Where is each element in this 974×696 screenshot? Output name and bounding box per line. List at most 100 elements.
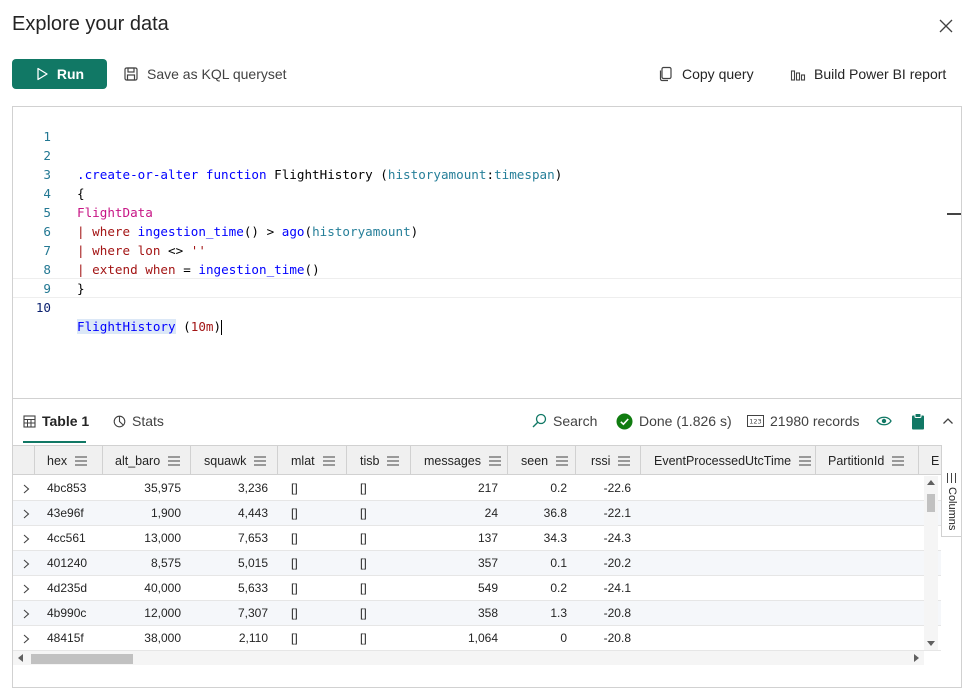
results-grid: hex alt_baro squawk mlat tisb messages s… (13, 445, 961, 688)
table-cell: -24.1 (603, 581, 631, 595)
table-cell: 1.3 (550, 606, 567, 620)
collapse-results-button[interactable] (942, 410, 954, 432)
table-cell: 40,000 (144, 581, 181, 595)
column-menu-icon[interactable] (387, 455, 400, 466)
run-button[interactable]: Run (12, 59, 107, 89)
column-menu-icon[interactable] (75, 455, 88, 466)
table-cell: 4cc561 (47, 531, 86, 545)
success-check-icon (616, 413, 633, 429)
copy-query-button[interactable]: Copy query (658, 62, 754, 86)
table-cell: [] (360, 481, 367, 495)
table-cell: 4,443 (237, 506, 268, 520)
table-cell: 8,575 (150, 556, 181, 570)
visibility-toggle[interactable] (876, 410, 892, 432)
code-line: 5 | where ingestion_time() > ago(history… (13, 184, 961, 239)
horizontal-scroll-thumb[interactable] (31, 654, 133, 664)
column-header-eventprocessedutctime[interactable]: EventProcessedUtcTime (641, 446, 816, 475)
grid-header: hex alt_baro squawk mlat tisb messages s… (13, 445, 941, 475)
close-button[interactable] (934, 14, 958, 38)
table-cell: -22.1 (603, 506, 631, 520)
column-header-rssi[interactable]: rssi (576, 446, 641, 475)
column-header-squawk[interactable]: squawk (191, 446, 278, 475)
stats-icon (113, 415, 126, 427)
columns-side-panel[interactable]: Columns (941, 445, 961, 537)
results-pane: Table 1 Stats Search Done (1.826 s) 123 … (12, 398, 962, 688)
column-header-seen[interactable]: seen (508, 446, 576, 475)
expand-row-icon[interactable] (23, 526, 30, 551)
text-cursor (221, 320, 223, 335)
records-icon: 123 (747, 415, 764, 427)
column-label: messages (424, 453, 481, 468)
table-cell: [] (291, 556, 298, 570)
save-kql-queryset-button[interactable]: Save as KQL queryset (123, 62, 287, 86)
column-header-mlat[interactable]: mlat (278, 446, 347, 475)
column-menu-icon[interactable] (556, 455, 569, 466)
active-tab-indicator (23, 441, 86, 443)
table-row[interactable]: 48415f 38,000 2,110 [] [] 1,064 0 -20.8 (13, 626, 941, 651)
scroll-right-icon[interactable] (914, 654, 920, 662)
table-cell: 137 (477, 531, 498, 545)
scroll-up-icon[interactable] (927, 479, 935, 485)
column-menu-icon[interactable] (488, 455, 501, 466)
column-menu-icon[interactable] (799, 455, 812, 466)
column-header-partial[interactable]: E (919, 446, 941, 475)
code-line: 3 { (13, 146, 961, 201)
eye-icon (876, 416, 892, 426)
table-cell: [] (360, 506, 367, 520)
copy-label: Copy query (682, 66, 754, 82)
horizontal-scrollbar[interactable] (13, 651, 924, 665)
column-label: rssi (591, 453, 611, 468)
column-header-tisb[interactable]: tisb (347, 446, 411, 475)
pbi-label: Build Power BI report (814, 66, 947, 82)
table-cell: -22.6 (603, 481, 631, 495)
scroll-left-icon[interactable] (17, 654, 23, 662)
columns-icon (947, 473, 956, 483)
table-cell: -20.8 (603, 606, 631, 620)
vertical-scroll-thumb[interactable] (927, 494, 935, 512)
table-cell: [] (291, 481, 298, 495)
column-menu-icon[interactable] (322, 455, 335, 466)
table-cell: [] (360, 581, 367, 595)
table-cell: 4bc853 (47, 481, 87, 495)
column-menu-icon[interactable] (254, 455, 267, 466)
clipboard-button[interactable] (911, 410, 925, 432)
column-header-messages[interactable]: messages (411, 446, 508, 475)
column-header-partitionid[interactable]: PartitionId (816, 446, 919, 475)
table-cell: 4d235d (47, 581, 88, 595)
table-row[interactable]: 43e96f 1,900 4,443 [] [] 24 36.8 -22.1 (13, 501, 941, 526)
table-row[interactable]: 4d235d 40,000 5,633 [] [] 549 0.2 -24.1 (13, 576, 941, 601)
expand-row-icon[interactable] (23, 501, 30, 526)
column-header-alt-baro[interactable]: alt_baro (103, 446, 191, 475)
table-row[interactable]: 4b990c 12,000 7,307 [] [] 358 1.3 -20.8 (13, 601, 941, 626)
column-menu-icon[interactable] (892, 455, 905, 466)
expand-row-icon[interactable] (23, 601, 30, 626)
query-editor[interactable]: 1 2 .create-or-alter function FlightHist… (12, 106, 962, 398)
table-row[interactable]: 401240 8,575 5,015 [] [] 357 0.1 -20.2 (13, 551, 941, 576)
vertical-scrollbar[interactable] (924, 476, 938, 650)
tab-table-1[interactable]: Table 1 (23, 407, 89, 435)
search-icon (532, 413, 547, 428)
build-power-bi-report-button[interactable]: Build Power BI report (790, 62, 946, 86)
column-menu-icon[interactable] (618, 455, 631, 466)
table-cell: 3,236 (237, 481, 268, 495)
scroll-down-icon[interactable] (927, 641, 935, 647)
expand-row-icon[interactable] (23, 576, 30, 601)
table-cell: 1,064 (467, 631, 498, 645)
tab-stats[interactable]: Stats (113, 407, 164, 435)
search-button[interactable]: Search (531, 410, 597, 432)
column-header-hex[interactable]: hex (35, 446, 103, 475)
table-cell: 0.2 (550, 481, 567, 495)
clipboard-icon (912, 412, 924, 429)
table-cell: 357 (477, 556, 498, 570)
expand-row-icon[interactable] (23, 551, 30, 576)
table-row[interactable]: 4cc561 13,000 7,653 [] [] 137 34.3 -24.3 (13, 526, 941, 551)
table-cell: -20.2 (603, 556, 631, 570)
expand-row-icon[interactable] (23, 626, 30, 651)
code-line: 7 | extend when = ingestion_time() (13, 222, 961, 277)
table-cell: 24 (484, 506, 498, 520)
table-row[interactable]: 4bc853 35,975 3,236 [] [] 217 0.2 -22.6 (13, 476, 941, 501)
table-cell: 217 (477, 481, 498, 495)
column-menu-icon[interactable] (168, 455, 181, 466)
expand-row-icon[interactable] (23, 476, 30, 501)
table-cell: 35,975 (144, 481, 181, 495)
